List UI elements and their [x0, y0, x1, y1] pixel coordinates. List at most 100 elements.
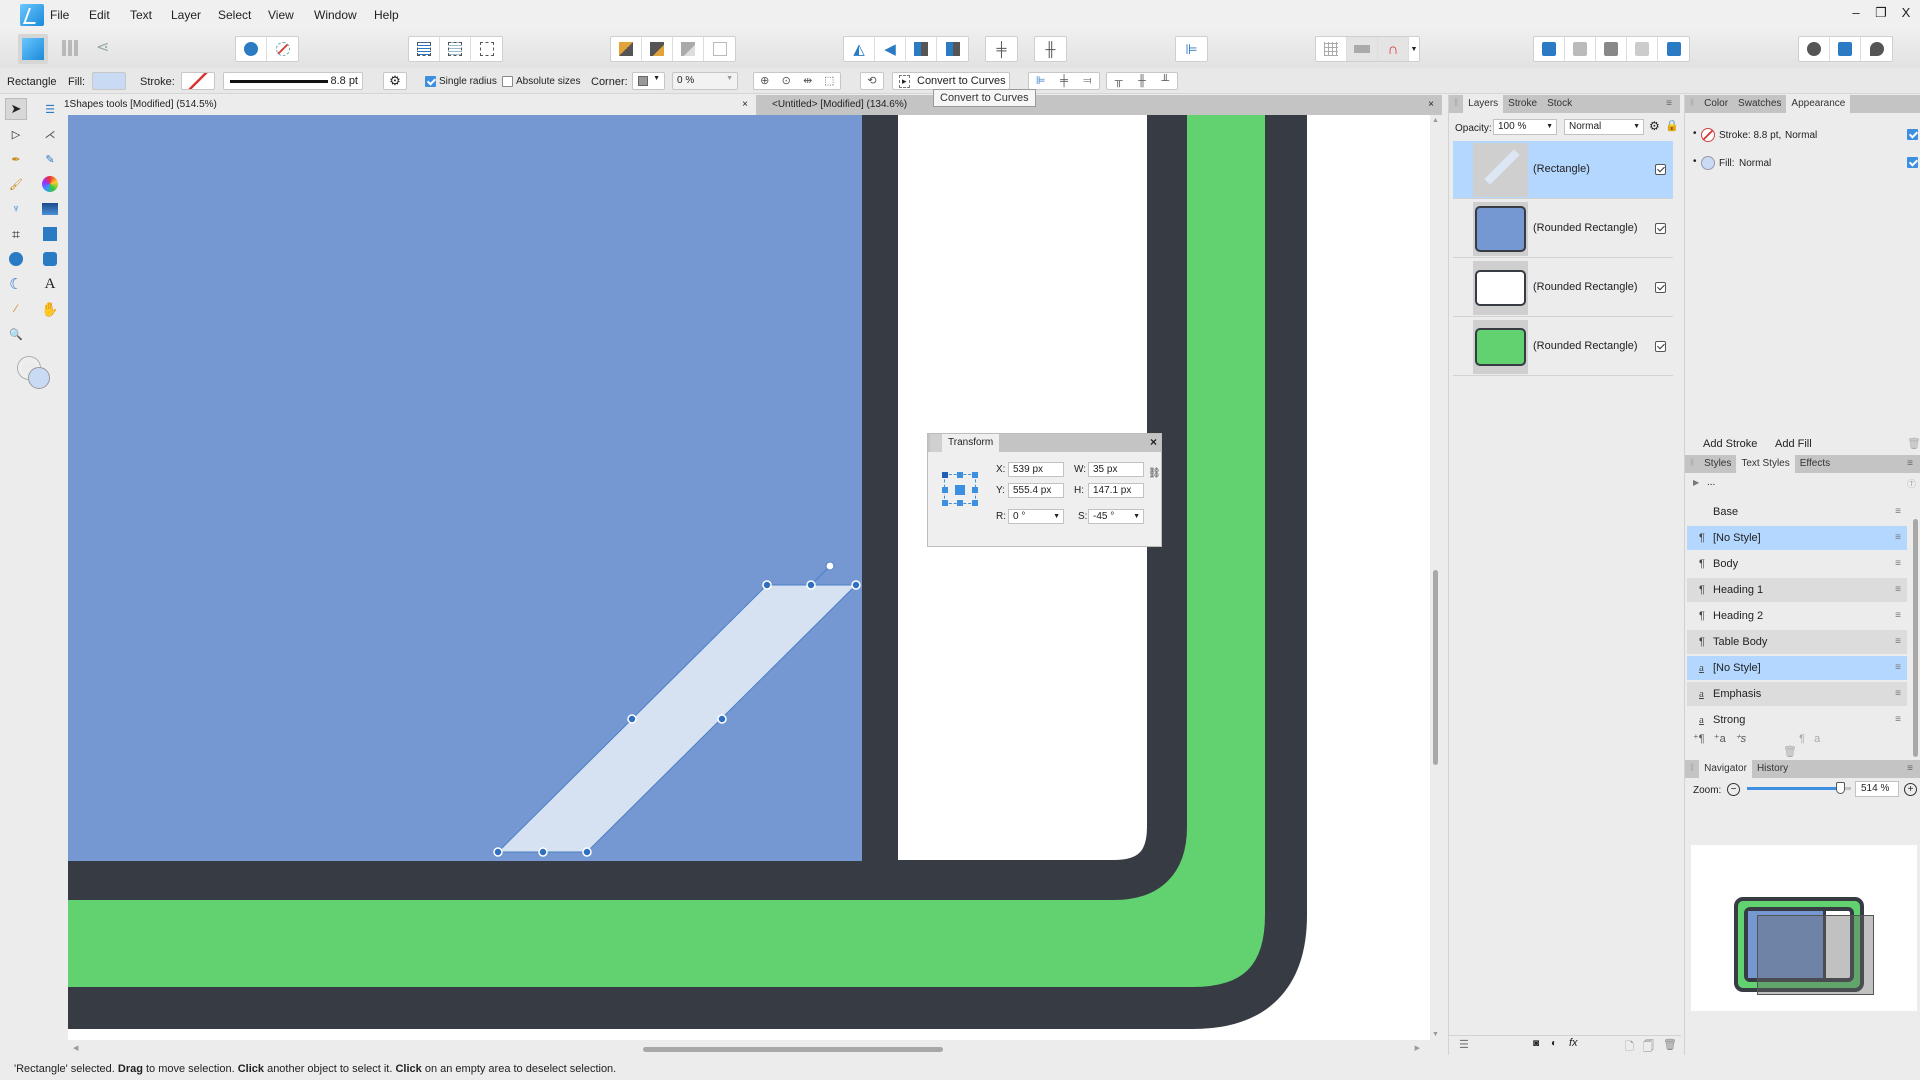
preview-viewport-rect[interactable] — [1757, 915, 1874, 995]
rotation-handle[interactable] — [825, 561, 835, 571]
snap-grid-button[interactable] — [1316, 37, 1347, 61]
pen-tool[interactable]: ✒ — [5, 148, 27, 170]
move-back-one-button[interactable] — [642, 37, 673, 61]
zoom-in-icon[interactable]: + — [1904, 783, 1917, 796]
transparency-tool[interactable]: ♆ — [5, 198, 27, 220]
align-top-icon[interactable]: ╥ — [1107, 73, 1130, 89]
style-menu-icon[interactable]: ≡ — [1895, 526, 1901, 550]
vertical-scrollbar[interactable]: ▲ ▼ — [1430, 115, 1442, 1040]
tab-document-1[interactable]: 1Shapes tools [Modified] (514.5%) × — [56, 95, 756, 115]
select-all-button[interactable] — [409, 37, 440, 61]
distribute-button[interactable]: ⇹ — [797, 73, 819, 89]
layer-visibility-checkbox[interactable] — [1655, 164, 1666, 175]
rounded-rectangle-tool[interactable] — [39, 248, 61, 270]
panel-grip[interactable]: ‖ — [1685, 95, 1699, 113]
fill-stroke-swatches[interactable] — [18, 357, 52, 391]
compound-button[interactable] — [1799, 37, 1830, 61]
trash-icon[interactable]: 🗑 — [1907, 437, 1920, 450]
expand-triangle-icon[interactable]: ▶ — [1693, 478, 1699, 487]
style-menu-icon[interactable]: ≡ — [1895, 630, 1901, 654]
insert-behind-button[interactable] — [267, 37, 298, 61]
move-to-front-button[interactable] — [704, 37, 735, 61]
new-group-style-icon[interactable]: ⁺s — [1735, 733, 1746, 745]
fx-icon[interactable]: fx — [1569, 1037, 1578, 1049]
tab-appearance[interactable]: Appearance — [1786, 95, 1851, 113]
anchor-bottom-right[interactable] — [972, 500, 978, 506]
opacity-dropdown[interactable]: 100 % ▼ — [1493, 119, 1557, 135]
adjustment-icon[interactable]: ◐ — [1551, 1038, 1557, 1049]
designer-persona-button[interactable] — [18, 34, 48, 64]
handle-bottom-middle[interactable] — [538, 847, 548, 857]
layer-row[interactable]: (Rectangle) — [1453, 141, 1673, 199]
anchor-top-right[interactable] — [972, 472, 978, 478]
transform-panel-header[interactable]: Transform × — [928, 434, 1161, 452]
handle-bottom-right[interactable] — [582, 847, 592, 857]
stroke-swatch[interactable] — [181, 72, 215, 90]
gear-icon[interactable]: ⚙ — [1649, 119, 1660, 133]
layer-row[interactable]: (Rounded Rectangle) — [1453, 259, 1673, 317]
stroke-appearance-row[interactable]: • Stroke: 8.8 pt, Normal — [1693, 128, 1918, 146]
tab-history[interactable]: History — [1752, 760, 1793, 778]
flip-vertical-button[interactable]: ◀ — [875, 37, 906, 61]
zoom-value-field[interactable]: 514 % — [1855, 781, 1899, 797]
artistic-text-tool[interactable]: A — [39, 273, 61, 295]
crescent-tool[interactable]: ☾ — [5, 273, 27, 295]
new-paragraph-style-icon[interactable]: ⁺¶ — [1693, 733, 1705, 745]
intersect-boolean-button[interactable] — [1596, 37, 1627, 61]
text-style-icon[interactable]: Ⓣ — [1907, 477, 1916, 490]
menu-layer[interactable]: Layer — [171, 8, 201, 22]
style-group-row[interactable]: ▶ ... — [1687, 475, 1907, 495]
text-style-item[interactable]: a Strong ≡ — [1687, 708, 1907, 732]
subtract-boolean-button[interactable] — [1565, 37, 1596, 61]
panel-grip[interactable]: ‖ — [1449, 95, 1463, 113]
reset-selection-box-button[interactable]: ⟲ — [860, 72, 884, 90]
lock-aspect-ratio-icon[interactable]: ⛓ — [1148, 468, 1161, 479]
align-vcenter-icon[interactable]: ╫ — [1130, 73, 1153, 89]
handle-top-middle[interactable] — [806, 580, 816, 590]
stroke-settings-button[interactable]: ⚙ — [383, 72, 407, 90]
transform-objects-button[interactable]: ⬚ — [819, 73, 841, 89]
align-center-button[interactable]: ╪ — [986, 37, 1017, 61]
anchor-point-selector[interactable] — [942, 472, 978, 506]
layer-visibility-checkbox[interactable] — [1655, 341, 1666, 352]
panel-menu-icon[interactable]: ≡ — [1907, 455, 1913, 473]
add-layer-icon[interactable]: 🗋 — [1625, 1038, 1634, 1057]
snapping-dropdown[interactable]: ▼ — [1409, 37, 1419, 61]
zoom-tool[interactable]: 🔍 — [5, 323, 27, 345]
tab-text-styles[interactable]: Text Styles — [1736, 455, 1795, 473]
single-radius-checkbox[interactable] — [425, 75, 436, 87]
menu-help[interactable]: Help — [374, 8, 399, 22]
character-icon[interactable]: a — [1814, 733, 1820, 745]
blue-rounded-rectangle[interactable] — [68, 115, 862, 861]
navigator-preview[interactable] — [1691, 845, 1917, 1011]
y-field[interactable]: 555.4 px — [1008, 483, 1064, 498]
zoom-slider-thumb[interactable] — [1835, 782, 1845, 794]
corner-type-dropdown[interactable]: ▼ — [632, 72, 665, 90]
shear-field[interactable]: -45 ° ▼ — [1088, 509, 1144, 524]
fill-swatch[interactable] — [92, 72, 126, 90]
w-field[interactable]: 35 px — [1088, 462, 1144, 477]
rectangle-tool[interactable] — [39, 223, 61, 245]
add-pixel-layer-icon[interactable]: 🗍 — [1643, 1038, 1654, 1057]
corner-radius-field[interactable]: 0 % ▼ — [672, 72, 738, 90]
text-style-item[interactable]: ¶ Heading 1 ≡ — [1687, 578, 1907, 602]
layer-stack-icon[interactable]: ☰ — [1459, 1038, 1469, 1051]
tab-color[interactable]: Color — [1699, 95, 1733, 113]
text-style-item[interactable]: ¶ Body ≡ — [1687, 552, 1907, 576]
snap-bounds-button[interactable] — [1347, 37, 1378, 61]
h-field[interactable]: 147.1 px — [1088, 483, 1144, 498]
layer-visibility-checkbox[interactable] — [1655, 223, 1666, 234]
lock-icon[interactable]: 🔒 — [1665, 119, 1679, 132]
scroll-down-icon[interactable]: ▼ — [1432, 1031, 1439, 1038]
style-menu-icon[interactable]: ≡ — [1895, 500, 1901, 524]
handle-top-left[interactable] — [762, 580, 772, 590]
divide-boolean-button[interactable] — [1658, 37, 1689, 61]
add-fill-button[interactable]: Add Fill — [1775, 438, 1812, 450]
text-style-item[interactable]: a Emphasis ≡ — [1687, 682, 1907, 706]
scroll-left-icon[interactable]: ◀ — [73, 1044, 78, 1052]
close-tab-icon[interactable]: × — [1428, 95, 1434, 115]
style-menu-icon[interactable]: ≡ — [1895, 604, 1901, 628]
text-style-item[interactable]: Base ≡ — [1687, 500, 1907, 524]
stroke-enabled-checkbox[interactable] — [1907, 129, 1918, 140]
style-menu-icon[interactable]: ≡ — [1895, 656, 1901, 680]
